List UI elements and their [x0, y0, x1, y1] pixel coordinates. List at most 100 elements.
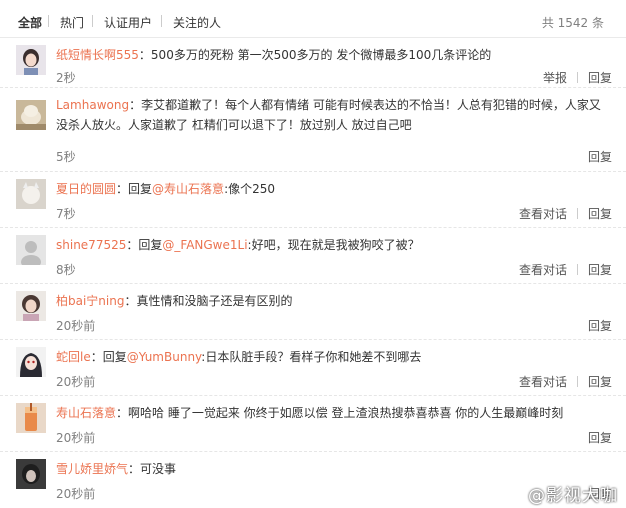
comment-text: 蛇回le：回复@YumBunny:日本队脏手段？看样子你和她差不到哪去 — [56, 347, 612, 367]
avatar[interactable] — [16, 45, 46, 75]
comment-body: 500多万的死粉 第一次500多万的 发个微博最多100几条评论的 — [150, 48, 492, 62]
comment-username[interactable]: 夏日的圆圆 — [56, 182, 116, 196]
comment-actions: 查看对话 回复 — [519, 373, 612, 390]
comment-text: 柏bai宁ning：真性情和没脑子还是有区别的 — [56, 291, 612, 311]
comment-item: 纸短情长啊555：500多万的死粉 第一次500多万的 发个微博最多100几条评… — [0, 38, 626, 88]
comment-actions: 回复 — [588, 317, 612, 334]
reply-button[interactable]: 回复 — [588, 207, 612, 221]
weibo-watermark: @影视大咖 — [504, 481, 618, 506]
comment-body: :日本队脏手段？看样子你和她差不到哪去 — [201, 350, 422, 364]
girl-photo-icon — [16, 291, 46, 321]
avatar[interactable] — [16, 347, 46, 377]
avatar[interactable] — [16, 179, 46, 209]
comment-actions: 举报 回复 — [543, 69, 612, 86]
comment-timestamp: 20秒前 — [56, 487, 96, 501]
comment-actions: 查看对话 回复 — [519, 261, 612, 278]
comment-timestamp: 5秒 — [56, 150, 76, 164]
report-button[interactable]: 举报 — [543, 71, 567, 85]
action-divider — [576, 376, 578, 387]
avatar[interactable] — [16, 100, 46, 130]
comment-body: :像个250 — [224, 182, 276, 196]
comment-colon: ： — [128, 462, 141, 476]
cat-photo-icon — [16, 179, 46, 209]
comment-item: shine77525：回复@_FANGwe1Li:好吧，现在就是我被狗咬了被？ … — [0, 228, 626, 284]
comment-item: 柏bai宁ning：真性情和没脑子还是有区别的 20秒前 回复 — [0, 284, 626, 340]
avatar[interactable] — [16, 291, 46, 321]
comment-actions: 回复 — [588, 148, 612, 165]
comment-timestamp: 7秒 — [56, 207, 76, 221]
default-avatar-icon — [16, 235, 46, 265]
comment-body: :好吧，现在就是我被狗咬了被？ — [247, 238, 420, 252]
tab-all[interactable]: 全部 — [18, 14, 42, 31]
comment-text: 寿山石落意：啊哈哈 睡了一觉起来 你终于如愿以偿 登上渣浪热搜恭喜恭喜 你的人生… — [56, 403, 612, 423]
comment-panel: 全部 热门 认证用户 关注的人 共 1542 条 纸短情长啊555：500多万的… — [0, 0, 626, 508]
weibo-logo-icon — [504, 488, 525, 503]
tab-divider — [161, 15, 162, 27]
view-conversation-button[interactable]: 查看对话 — [519, 375, 567, 389]
comment-text: shine77525：回复@_FANGwe1Li:好吧，现在就是我被狗咬了被？ — [56, 235, 612, 255]
comment-timestamp: 20秒前 — [56, 431, 96, 445]
comment-item: Lamhawong：李艾都道歉了！每个人都有情绪 可能有时候表达的不恰当！人总有… — [0, 88, 626, 172]
mention-link[interactable]: @寿山石落意 — [152, 182, 224, 196]
avatar[interactable] — [16, 235, 46, 265]
comment-colon: ： — [126, 238, 139, 252]
comment-timestamp: 20秒前 — [56, 375, 96, 389]
comment-username[interactable]: shine77525 — [56, 238, 126, 252]
comment-body: 真性情和没脑子还是有区别的 — [136, 294, 293, 308]
comment-colon: ： — [116, 406, 129, 420]
watermark-text: @影视大咖 — [528, 486, 618, 506]
comment-username[interactable]: 雪儿娇里娇气 — [56, 462, 128, 476]
comment-username[interactable]: 柏bai宁ning — [56, 294, 124, 308]
view-conversation-button[interactable]: 查看对话 — [519, 263, 567, 277]
comment-body: 啊哈哈 睡了一觉起来 你终于如愿以偿 登上渣浪热搜恭喜恭喜 你的人生最巅峰时刻 — [128, 406, 564, 420]
anime-avatar-icon — [16, 347, 46, 377]
action-divider — [576, 208, 578, 219]
comment-colon: ： — [116, 182, 129, 196]
tab-divider — [92, 15, 93, 27]
reply-prefix: 回复 — [128, 182, 153, 196]
comment-actions: 查看对话 回复 — [519, 205, 612, 222]
reply-button[interactable]: 回复 — [588, 375, 612, 389]
comment-colon: ： — [90, 350, 103, 364]
comment-actions: 回复 — [588, 429, 612, 446]
comment-colon: ： — [124, 294, 137, 308]
reply-button[interactable]: 回复 — [588, 150, 612, 164]
action-divider — [576, 72, 578, 83]
comment-colon: ： — [129, 98, 142, 112]
comment-username[interactable]: 纸短情长啊555 — [56, 48, 139, 62]
tab-divider — [48, 15, 49, 27]
action-divider — [576, 264, 578, 275]
view-conversation-button[interactable]: 查看对话 — [519, 207, 567, 221]
comment-timestamp: 20秒前 — [56, 319, 96, 333]
cat-photo-icon — [16, 100, 46, 130]
comment-item: 寿山石落意：啊哈哈 睡了一觉起来 你终于如愿以偿 登上渣浪热搜恭喜恭喜 你的人生… — [0, 396, 626, 452]
comment-username[interactable]: 蛇回le — [56, 350, 91, 364]
comment-colon: ： — [138, 48, 151, 62]
comment-text: 夏日的圆圆：回复@寿山石落意:像个250 — [56, 179, 612, 199]
avatar[interactable] — [16, 403, 46, 433]
comment-username[interactable]: 寿山石落意 — [56, 406, 116, 420]
comment-text: 纸短情长啊555：500多万的死粉 第一次500多万的 发个微博最多100几条评… — [56, 45, 612, 65]
mention-link[interactable]: @YumBunny — [127, 350, 202, 364]
comment-item: 蛇回le：回复@YumBunny:日本队脏手段？看样子你和她差不到哪去 20秒前… — [0, 340, 626, 396]
mention-link[interactable]: @_FANGwe1Li — [162, 238, 247, 252]
comment-total-count: 共 1542 条 — [541, 16, 604, 30]
comment-body: 可没事 — [140, 462, 177, 476]
comment-timestamp: 8秒 — [56, 263, 76, 277]
drink-photo-icon — [16, 403, 46, 433]
tab-hot[interactable]: 热门 — [60, 14, 84, 31]
avatar[interactable] — [16, 459, 46, 489]
comment-timestamp: 2秒 — [56, 71, 76, 85]
reply-prefix: 回复 — [138, 238, 163, 252]
comment-filter-tabs: 全部 热门 认证用户 关注的人 共 1542 条 — [0, 0, 626, 38]
reply-button[interactable]: 回复 — [588, 319, 612, 333]
comment-username[interactable]: Lamhawong — [56, 98, 129, 112]
reply-button[interactable]: 回复 — [588, 431, 612, 445]
tab-following[interactable]: 关注的人 — [173, 14, 221, 31]
reply-button[interactable]: 回复 — [588, 71, 612, 85]
comment-text: 雪儿娇里娇气：可没事 — [56, 459, 612, 479]
tab-verified-users[interactable]: 认证用户 — [104, 14, 152, 31]
girl-photo-icon — [16, 45, 46, 75]
reply-button[interactable]: 回复 — [588, 263, 612, 277]
reply-prefix: 回复 — [102, 350, 127, 364]
